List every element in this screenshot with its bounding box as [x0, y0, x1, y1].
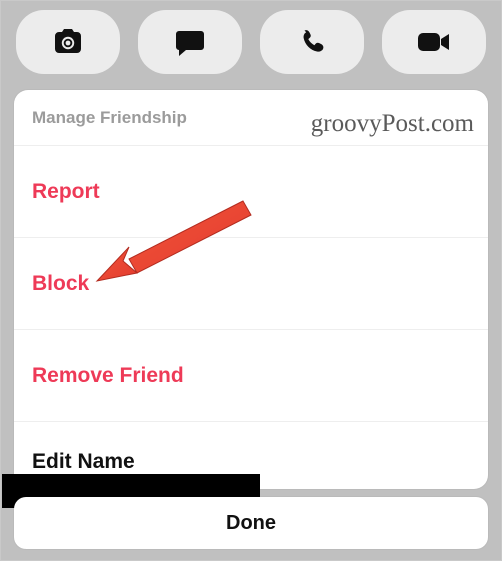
- remove-friend-option[interactable]: Remove Friend: [14, 330, 488, 422]
- chat-button[interactable]: [138, 10, 242, 74]
- report-option[interactable]: Report: [14, 146, 488, 238]
- edit-name-label: Edit Name: [32, 450, 135, 474]
- camera-button[interactable]: [16, 10, 120, 74]
- video-button[interactable]: [382, 10, 486, 74]
- block-option[interactable]: Block: [14, 238, 488, 330]
- chat-icon: [175, 28, 205, 56]
- action-button-row: [0, 10, 502, 74]
- report-label: Report: [32, 180, 100, 204]
- done-label: Done: [226, 512, 276, 535]
- video-icon: [417, 30, 451, 54]
- watermark-text: groovyPost.com: [311, 110, 474, 138]
- done-button[interactable]: Done: [14, 497, 488, 549]
- remove-friend-label: Remove Friend: [32, 364, 184, 388]
- manage-friendship-sheet: Manage Friendship Report Block Remove Fr…: [14, 90, 488, 489]
- phone-icon: [298, 28, 326, 56]
- call-button[interactable]: [260, 10, 364, 74]
- camera-icon: [51, 28, 85, 56]
- block-label: Block: [32, 272, 89, 296]
